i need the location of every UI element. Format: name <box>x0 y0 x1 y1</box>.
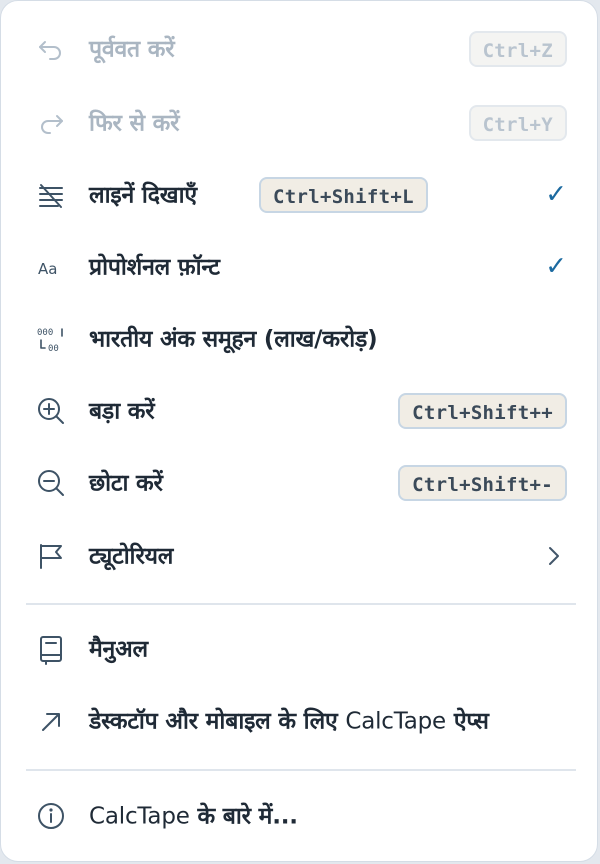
info-icon <box>35 800 67 832</box>
shortcut-badge: Ctrl+Shift+- <box>398 465 567 501</box>
menu-item-proportional-font[interactable]: Aa प्रोपोर्शनल फ़ॉन्ट ✓ <box>1 235 597 299</box>
menu-item-label: फिर से करें <box>89 110 180 137</box>
flag-icon <box>35 540 67 572</box>
menu-item-zoom-out[interactable]: छोटा करें Ctrl+Shift+- <box>1 451 597 515</box>
menu-item-label: पूर्ववत करें <box>89 36 175 63</box>
apps-label-suffix: ऐप्स <box>446 708 489 735</box>
book-icon <box>35 633 67 665</box>
redo-icon <box>35 107 67 139</box>
svg-text:000: 000 <box>37 328 53 338</box>
menu-item-undo[interactable]: पूर्ववत करें Ctrl+Z <box>1 17 597 81</box>
svg-text:Aa: Aa <box>38 260 57 278</box>
menu-item-label: लाइनें दिखाएँ <box>89 182 197 209</box>
shortcut-badge: Ctrl+Y <box>468 105 567 141</box>
zoom-in-icon <box>35 395 67 427</box>
menu-item-zoom-in[interactable]: बड़ा करें Ctrl+Shift++ <box>1 379 597 443</box>
menu-item-redo[interactable]: फिर से करें Ctrl+Y <box>1 91 597 155</box>
check-icon: ✓ <box>545 179 567 210</box>
menu-item-label: ट्यूटोरियल <box>89 543 174 570</box>
menu-item-label: डेस्कटॉप और मोबाइल के लिए CalcTape ऐप्स <box>89 704 489 736</box>
external-arrow-icon <box>35 705 67 737</box>
brand-name: CalcTape <box>89 803 190 830</box>
digit-grouping-icon: 000 00 <box>35 323 67 355</box>
menu-item-label: बड़ा करें <box>89 398 155 425</box>
context-menu: पूर्ववत करें Ctrl+Z फिर से करें Ctrl+Y ल… <box>0 0 598 862</box>
check-icon: ✓ <box>545 251 567 282</box>
menu-item-label: छोटा करें <box>89 470 163 497</box>
font-aa-icon: Aa <box>35 251 67 283</box>
menu-item-label: प्रोपोर्शनल फ़ॉन्ट <box>89 254 220 281</box>
brand-name: CalcTape <box>345 708 447 735</box>
menu-divider <box>26 769 576 771</box>
about-label-suffix: के बारे में... <box>189 803 298 830</box>
menu-item-indian-grouping[interactable]: 000 00 भारतीय अंक समूहन (लाख/करोड़) <box>1 307 597 371</box>
menu-divider <box>26 603 576 605</box>
menu-item-apps[interactable]: डेस्कटॉप और मोबाइल के लिए CalcTape ऐप्स <box>1 689 597 753</box>
undo-icon <box>35 33 67 65</box>
menu-item-tutorial[interactable]: ट्यूटोरियल <box>1 524 597 588</box>
shortcut-badge: Ctrl+Shift+L <box>259 177 428 213</box>
chevron-right-icon <box>547 545 561 567</box>
menu-item-show-lines[interactable]: लाइनें दिखाएँ Ctrl+Shift+L ✓ <box>1 163 597 227</box>
svg-text:00: 00 <box>48 344 59 354</box>
apps-label-prefix: डेस्कटॉप और मोबाइल के लिए <box>89 708 346 735</box>
menu-item-label: CalcTape के बारे में... <box>89 799 298 831</box>
menu-item-label: मैनुअल <box>89 636 148 663</box>
menu-item-manual[interactable]: मैनुअल <box>1 617 597 681</box>
menu-item-label: भारतीय अंक समूहन (लाख/करोड़) <box>89 326 378 353</box>
shortcut-badge: Ctrl+Z <box>468 31 567 67</box>
menu-item-about[interactable]: CalcTape के बारे में... <box>1 784 597 848</box>
lines-off-icon <box>35 179 67 211</box>
zoom-out-icon <box>35 467 67 499</box>
shortcut-badge: Ctrl+Shift++ <box>398 393 567 429</box>
